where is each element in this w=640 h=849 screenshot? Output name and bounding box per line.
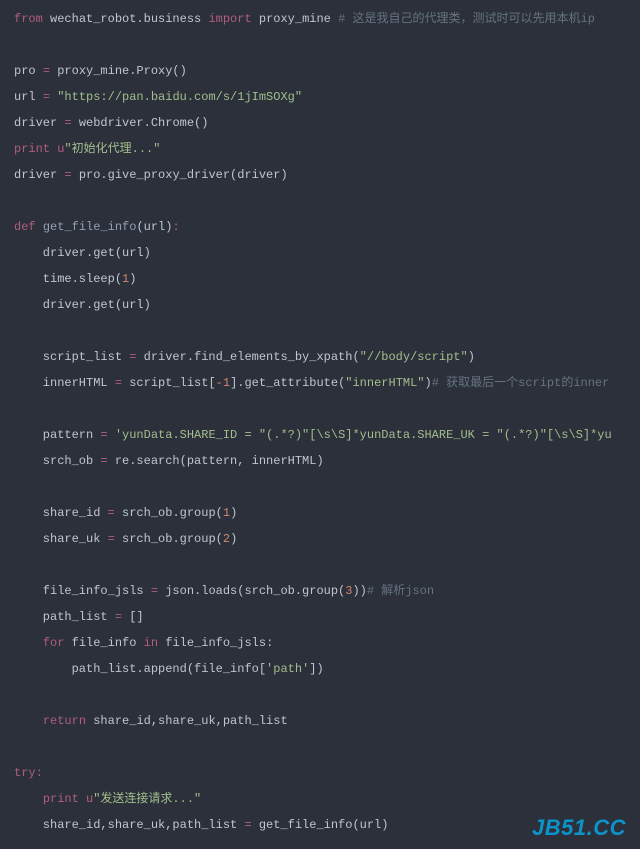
line-20: share_id = srch_ob.group(1) (14, 506, 237, 520)
line-23: file_info_jsls = json.loads(srch_ob.grou… (14, 584, 434, 598)
line-9: def get_file_info(url): (14, 220, 180, 234)
line-24: path_list = [] (14, 610, 144, 624)
line-4: url = "https://pan.baidu.com/s/1jImSOXg" (14, 90, 302, 104)
line-6: print u"初始化代理..." (14, 142, 160, 156)
line-12: driver.get(url) (14, 298, 151, 312)
line-30: try: (14, 766, 43, 780)
line-15: innerHTML = script_list[-1].get_attribut… (14, 376, 609, 390)
line-7: driver = pro.give_proxy_driver(driver) (14, 168, 288, 182)
line-26: path_list.append(file_info['path']) (14, 662, 324, 676)
line-3: pro = proxy_mine.Proxy() (14, 64, 187, 78)
line-10: driver.get(url) (14, 246, 151, 260)
line-25: for file_info in file_info_jsls: (14, 636, 273, 650)
line-14: script_list = driver.find_elements_by_xp… (14, 350, 475, 364)
watermark: JB51.CC (532, 815, 626, 841)
line-32: share_id,share_uk,path_list = get_file_i… (14, 818, 388, 832)
line-17: pattern = 'yunData.SHARE_ID = "(.*?)"[\s… (14, 428, 612, 442)
line-11: time.sleep(1) (14, 272, 136, 286)
code-block: from wechat_robot.business import proxy_… (0, 0, 640, 844)
line-18: srch_ob = re.search(pattern, innerHTML) (14, 454, 324, 468)
line-5: driver = webdriver.Chrome() (14, 116, 208, 130)
line-28: return share_id,share_uk,path_list (14, 714, 288, 728)
line-21: share_uk = srch_ob.group(2) (14, 532, 237, 546)
line-31: print u"发送连接请求..." (14, 792, 201, 806)
line-1: from wechat_robot.business import proxy_… (14, 12, 595, 26)
